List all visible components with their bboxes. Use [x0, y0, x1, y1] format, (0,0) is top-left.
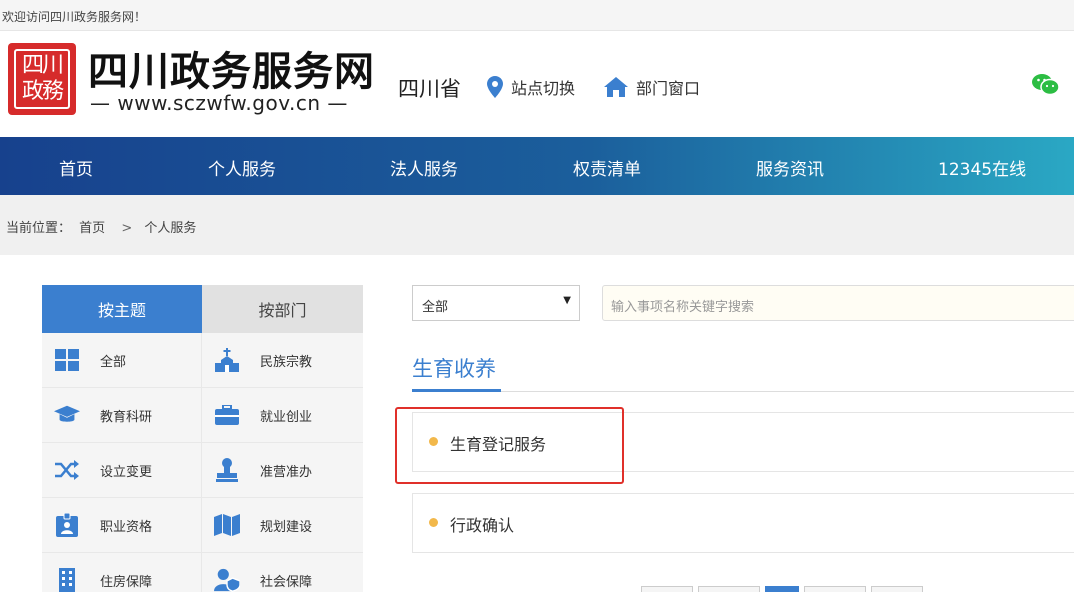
breadcrumb: 当前位置： 首页 > 个人服务 — [6, 217, 200, 236]
nav-item-service-news[interactable]: 服务资讯 — [756, 155, 824, 180]
site-logo-seal[interactable]: 四川 政務 — [8, 43, 76, 115]
station-switch-label: 站点切换 — [511, 79, 576, 98]
category-item-operation-permit[interactable]: 准营准办 — [202, 443, 363, 498]
welcome-text: 欢迎访问四川政务服务网！ — [2, 10, 147, 24]
category-item-housing-security[interactable]: 住房保障 — [42, 553, 202, 592]
building-icon — [54, 567, 80, 592]
category-item-education-research[interactable]: 教育科研 — [42, 388, 202, 443]
nav-item-personal-services[interactable]: 个人服务 — [208, 155, 276, 180]
church-icon — [214, 347, 240, 373]
category-label: 就业创业 — [260, 409, 313, 425]
bullet-dot — [429, 518, 438, 527]
category-item-social-security[interactable]: 社会保障 — [202, 553, 363, 592]
nav-item-home[interactable]: 首页 — [59, 155, 93, 180]
pagination-button[interactable] — [804, 586, 866, 592]
section-title-underline — [412, 389, 501, 392]
category-label: 住房保障 — [100, 574, 153, 590]
caret-down-icon: ▼ — [563, 295, 571, 306]
breadcrumb-bar: 当前位置： 首页 > 个人服务 — [0, 195, 1074, 255]
user-shield-icon — [214, 567, 240, 592]
pagination-button[interactable] — [698, 586, 760, 592]
main-nav: 首页 个人服务 法人服务 权责清单 服务资讯 12345在线 — [0, 137, 1074, 195]
sidebar-tabs: 按主题 按部门 — [42, 285, 363, 333]
scope-select[interactable]: 全部 ▼ — [412, 285, 580, 321]
category-item-professional-qualification[interactable]: 职业资格 — [42, 498, 202, 553]
section-title: 生育收养 — [412, 357, 496, 381]
category-label: 设立变更 — [100, 464, 153, 480]
main-content: 按主题 按部门 全部 民族宗教 教育科研 就业创业 设立变更 准营准办 职业资格… — [0, 255, 1074, 592]
category-label: 教育科研 — [100, 409, 153, 425]
graduation-cap-icon — [54, 402, 80, 428]
category-label: 全部 — [100, 354, 127, 370]
category-label: 社会保障 — [260, 574, 313, 590]
category-item-employment-entrepreneurship[interactable]: 就业创业 — [202, 388, 363, 443]
category-label: 职业资格 — [100, 519, 153, 535]
category-item-planning-construction[interactable]: 规划建设 — [202, 498, 363, 553]
location-pin-icon — [487, 76, 503, 98]
department-window-link[interactable]: 部门窗口 — [604, 75, 700, 99]
current-province: 四川省 — [398, 77, 461, 101]
category-label: 规划建设 — [260, 519, 313, 535]
breadcrumb-item-personal-services[interactable]: 个人服务 — [144, 221, 196, 236]
site-url: — www.sczwfw.gov.cn — — [90, 91, 348, 115]
pagination-button[interactable] — [641, 586, 693, 592]
section-divider — [412, 391, 1074, 392]
grid-icon — [54, 347, 80, 373]
breadcrumb-item-home[interactable]: 首页 — [79, 221, 105, 236]
top-welcome-bar: 欢迎访问四川政务服务网！ — [0, 0, 1074, 31]
wechat-button[interactable] — [1032, 73, 1060, 101]
highlight-box — [395, 407, 624, 484]
scope-select-value: 全部 — [422, 300, 449, 315]
shuffle-icon — [54, 457, 80, 483]
category-item-establishment-change[interactable]: 设立变更 — [42, 443, 202, 498]
stamp-icon — [214, 457, 240, 483]
seal-lettering: 四川 政務 — [14, 49, 70, 109]
nav-item-responsibility-list[interactable]: 权责清单 — [573, 155, 641, 180]
pagination-button-current[interactable] — [765, 586, 799, 592]
service-item-administrative-confirmation[interactable]: 行政确认 — [412, 493, 1074, 553]
station-switch-link[interactable]: 站点切换 — [487, 75, 575, 99]
briefcase-icon — [214, 402, 240, 428]
nav-item-12345-online[interactable]: 12345在线 — [938, 155, 1026, 180]
category-item-ethnic-religion[interactable]: 民族宗教 — [202, 333, 363, 388]
category-item-all[interactable]: 全部 — [42, 333, 202, 388]
breadcrumb-prefix: 当前位置： — [6, 221, 72, 236]
id-card-icon — [54, 512, 80, 538]
map-icon — [214, 512, 240, 538]
pagination-button[interactable] — [871, 586, 923, 592]
home-icon — [604, 77, 628, 97]
wechat-icon — [1032, 74, 1060, 96]
breadcrumb-separator: > — [121, 221, 133, 236]
department-window-label: 部门窗口 — [636, 79, 701, 98]
category-label: 民族宗教 — [260, 354, 313, 370]
nav-item-legal-person-services[interactable]: 法人服务 — [390, 155, 458, 180]
site-name[interactable]: 四川政务服务网 — [88, 39, 375, 97]
search-input[interactable]: 输入事项名称关键字搜索 — [602, 285, 1074, 321]
service-label: 行政确认 — [450, 516, 515, 535]
tab-by-theme[interactable]: 按主题 — [42, 285, 202, 333]
site-header: 四川 政務 四川政务服务网 — www.sczwfw.gov.cn — 四川省 站… — [0, 31, 1074, 137]
category-label: 准营准办 — [260, 464, 313, 480]
category-grid: 全部 民族宗教 教育科研 就业创业 设立变更 准营准办 职业资格 规划建设 住房… — [42, 333, 363, 592]
tab-by-department[interactable]: 按部门 — [202, 285, 363, 333]
